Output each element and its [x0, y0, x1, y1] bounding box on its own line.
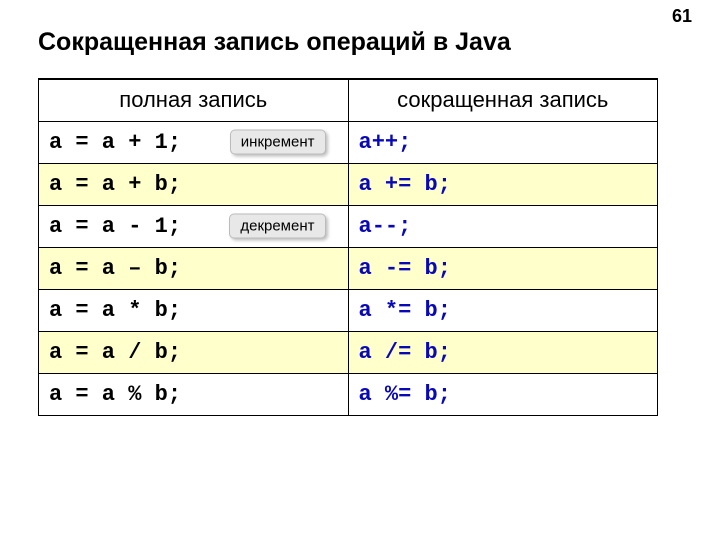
annotation-badge: декремент: [229, 214, 325, 239]
cell-full: a = a – b;: [39, 247, 349, 289]
operations-table: полная запись сокращенная запись a = a +…: [38, 78, 658, 416]
cell-short: a %= b;: [348, 373, 658, 415]
table-row: a = a * b; a *= b;: [39, 289, 658, 331]
full-expression: a = a - 1;: [49, 214, 181, 239]
annotation-badge: инкремент: [230, 130, 326, 155]
header-full: полная запись: [39, 79, 349, 121]
cell-full: a = a % b;: [39, 373, 349, 415]
table-row: a = a % b; a %= b;: [39, 373, 658, 415]
header-short: сокращенная запись: [348, 79, 658, 121]
operations-table-wrapper: полная запись сокращенная запись a = a +…: [38, 78, 658, 416]
cell-full: a = a - 1; декремент: [39, 205, 349, 247]
cell-short: a += b;: [348, 163, 658, 205]
full-expression: a = a * b;: [49, 298, 181, 323]
table-row: a = a - 1; декремент a--;: [39, 205, 658, 247]
full-expression: a = a + b;: [49, 172, 181, 197]
full-expression: a = a % b;: [49, 382, 181, 407]
cell-full: a = a + 1; инкремент: [39, 121, 349, 163]
cell-short: a--;: [348, 205, 658, 247]
table-row: a = a / b; a /= b;: [39, 331, 658, 373]
page-number: 61: [672, 6, 692, 27]
full-expression: a = a + 1;: [49, 130, 181, 155]
cell-short: a *= b;: [348, 289, 658, 331]
cell-short: a /= b;: [348, 331, 658, 373]
table-row: a = a – b; a -= b;: [39, 247, 658, 289]
cell-full: a = a * b;: [39, 289, 349, 331]
table-row: a = a + 1; инкремент a++;: [39, 121, 658, 163]
table-header-row: полная запись сокращенная запись: [39, 79, 658, 121]
full-expression: a = a – b;: [49, 256, 181, 281]
cell-full: a = a / b;: [39, 331, 349, 373]
full-expression: a = a / b;: [49, 340, 181, 365]
cell-full: a = a + b;: [39, 163, 349, 205]
table-row: a = a + b; a += b;: [39, 163, 658, 205]
slide-title: Сокращенная запись операций в Java: [38, 28, 511, 57]
cell-short: a++;: [348, 121, 658, 163]
cell-short: a -= b;: [348, 247, 658, 289]
